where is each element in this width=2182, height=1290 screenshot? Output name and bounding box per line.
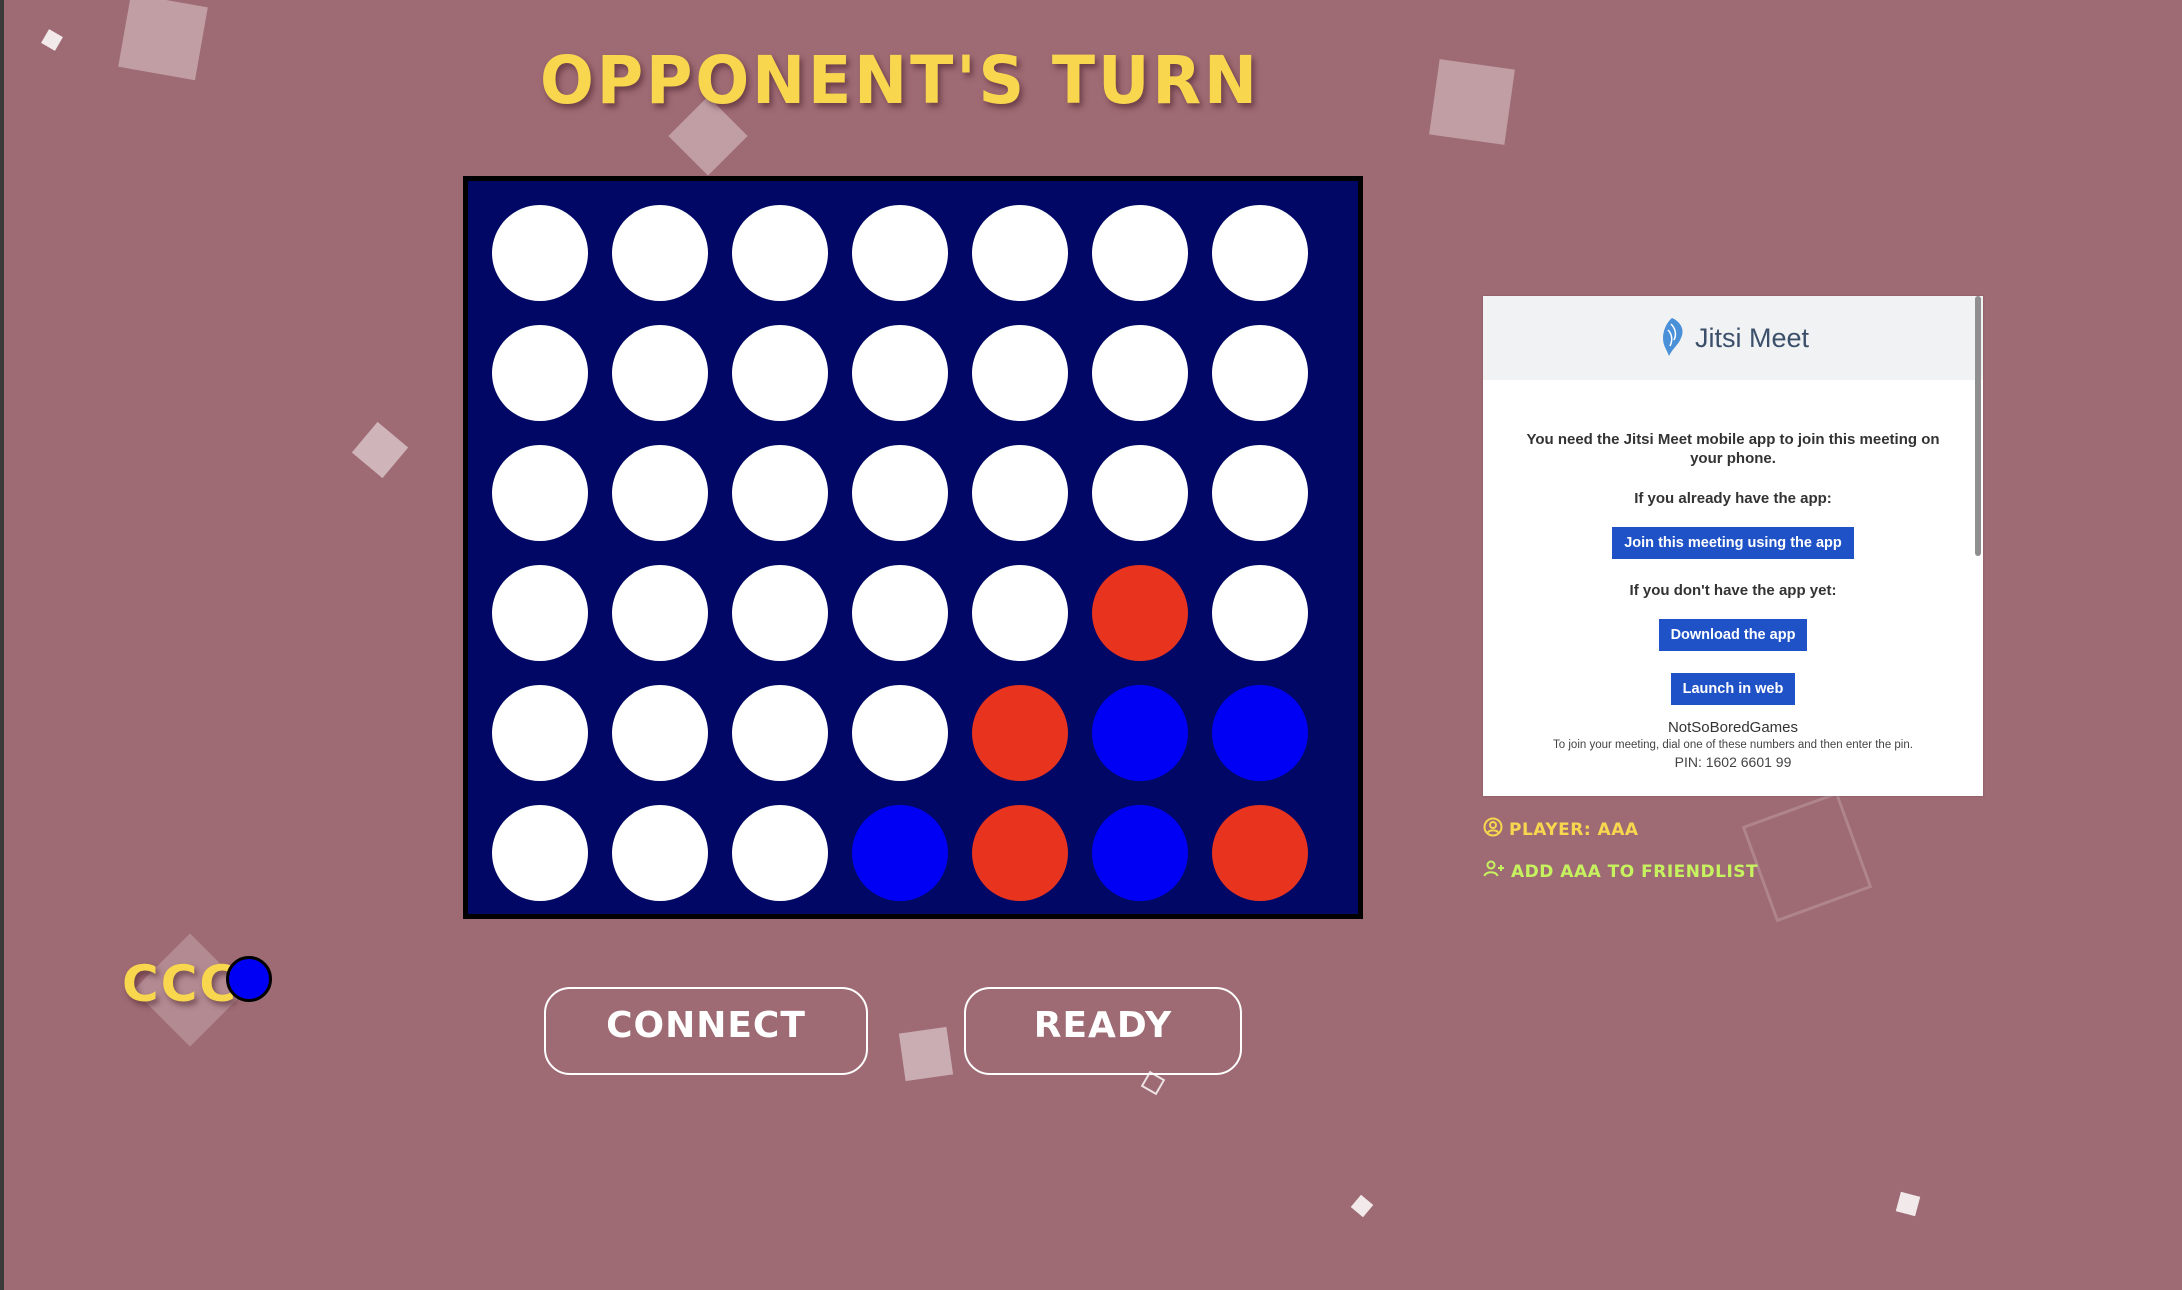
board-slot-r1-c2[interactable] (612, 205, 708, 301)
confetti-square (118, 0, 208, 81)
board-slot-r4-c6-red-disc[interactable] (1092, 565, 1188, 661)
board-slot-r5-c4[interactable] (852, 685, 948, 781)
turn-status-title: Opponent's Turn (540, 42, 1260, 119)
board-slot-r5-c5-red-disc[interactable] (972, 685, 1068, 781)
board-slot-r1-c4[interactable] (852, 205, 948, 301)
confetti-square (1741, 791, 1873, 923)
board-slot-r3-c7[interactable] (1212, 445, 1308, 541)
game-board (463, 176, 1363, 919)
board-slot-r2-c2[interactable] (612, 325, 708, 421)
window-edge (0, 0, 4, 1290)
board-slot-r1-c3[interactable] (732, 205, 828, 301)
jitsi-meet-panel: Jitsi Meet You need the Jitsi Meet mobil… (1483, 296, 1983, 796)
board-slot-r6-c6-blue-disc[interactable] (1092, 805, 1188, 901)
board-slot-r4-c3[interactable] (732, 565, 828, 661)
player-label: Player: AAA (1483, 817, 1639, 842)
board-slot-r1-c6[interactable] (1092, 205, 1188, 301)
confetti-square (1895, 1191, 1921, 1217)
jitsi-logo-icon (1657, 316, 1687, 360)
board-slot-r2-c7[interactable] (1212, 325, 1308, 421)
jitsi-header: Jitsi Meet (1483, 296, 1983, 380)
jitsi-no-app-text: If you don't have the app yet: (1629, 582, 1837, 599)
board-slot-r6-c1[interactable] (492, 805, 588, 901)
board-slot-r1-c5[interactable] (972, 205, 1068, 301)
confetti-square (898, 1026, 954, 1082)
board-slot-r6-c7-red-disc[interactable] (1212, 805, 1308, 901)
launch-in-web-button[interactable]: Launch in web (1670, 673, 1796, 705)
board-slot-r2-c6[interactable] (1092, 325, 1188, 421)
board-slot-r5-c1[interactable] (492, 685, 588, 781)
jitsi-dial-text: To join your meeting, dial one of these … (1553, 739, 1913, 751)
board-slot-r1-c1[interactable] (492, 205, 588, 301)
player-label-text: Player: AAA (1509, 819, 1639, 840)
confetti-square (1429, 59, 1515, 145)
local-player-name: CCC (122, 955, 239, 1013)
board-slot-r4-c4[interactable] (852, 565, 948, 661)
board-slot-r2-c3[interactable] (732, 325, 828, 421)
user-circle-icon (1483, 817, 1503, 842)
user-plus-icon (1483, 860, 1505, 883)
jitsi-brand: Jitsi Meet (1694, 322, 1810, 353)
board-slot-r6-c2[interactable] (612, 805, 708, 901)
board-slot-r3-c6[interactable] (1092, 445, 1188, 541)
board-slot-r2-c1[interactable] (492, 325, 588, 421)
board-slot-r4-c7[interactable] (1212, 565, 1308, 661)
board-slot-r6-c3[interactable] (732, 805, 828, 901)
board-slot-r6-c5-red-disc[interactable] (972, 805, 1068, 901)
board-slot-r6-c4-blue-disc[interactable] (852, 805, 948, 901)
board-slot-r3-c1[interactable] (492, 445, 588, 541)
board-slot-r2-c5[interactable] (972, 325, 1068, 421)
confetti-square (41, 29, 63, 51)
board-slot-r3-c2[interactable] (612, 445, 708, 541)
board-slot-r3-c4[interactable] (852, 445, 948, 541)
board-slot-r5-c6-blue-disc[interactable] (1092, 685, 1188, 781)
jitsi-meeting-name: NotSoBoredGames (1667, 719, 1799, 736)
board-slot-r4-c1[interactable] (492, 565, 588, 661)
local-player-disc-indicator (226, 956, 272, 1002)
board-slot-r3-c3[interactable] (732, 445, 828, 541)
board-slot-r1-c7[interactable] (1212, 205, 1308, 301)
jitsi-body: You need the Jitsi Meet mobile app to jo… (1483, 430, 1983, 770)
board-slot-r4-c2[interactable] (612, 565, 708, 661)
ready-button[interactable]: Ready (964, 987, 1242, 1075)
confetti-square (351, 421, 409, 479)
jitsi-need-app-text: You need the Jitsi Meet mobile app to jo… (1526, 431, 1940, 467)
add-friend-text[interactable]: Add AAA to Friendlist (1511, 862, 1758, 882)
jitsi-have-app-text: If you already have the app: (1634, 490, 1832, 507)
confetti-square (1350, 1194, 1374, 1218)
board-slot-r5-c7-blue-disc[interactable] (1212, 685, 1308, 781)
board-slot-r5-c3[interactable] (732, 685, 828, 781)
board-slot-r5-c2[interactable] (612, 685, 708, 781)
board-slot-r3-c5[interactable] (972, 445, 1068, 541)
board-slot-r4-c5[interactable] (972, 565, 1068, 661)
board-slot-r2-c4[interactable] (852, 325, 948, 421)
add-friend-link[interactable]: Add AAA to Friendlist (1483, 860, 1758, 883)
jitsi-pin-text: PIN: 1602 6601 99 (1674, 754, 1792, 770)
jitsi-scrollbar[interactable] (1975, 296, 1981, 556)
download-app-button[interactable]: Download the app (1658, 619, 1808, 651)
connect-button[interactable]: Connect (544, 987, 868, 1075)
join-meeting-button[interactable]: Join this meeting using the app (1612, 527, 1854, 559)
